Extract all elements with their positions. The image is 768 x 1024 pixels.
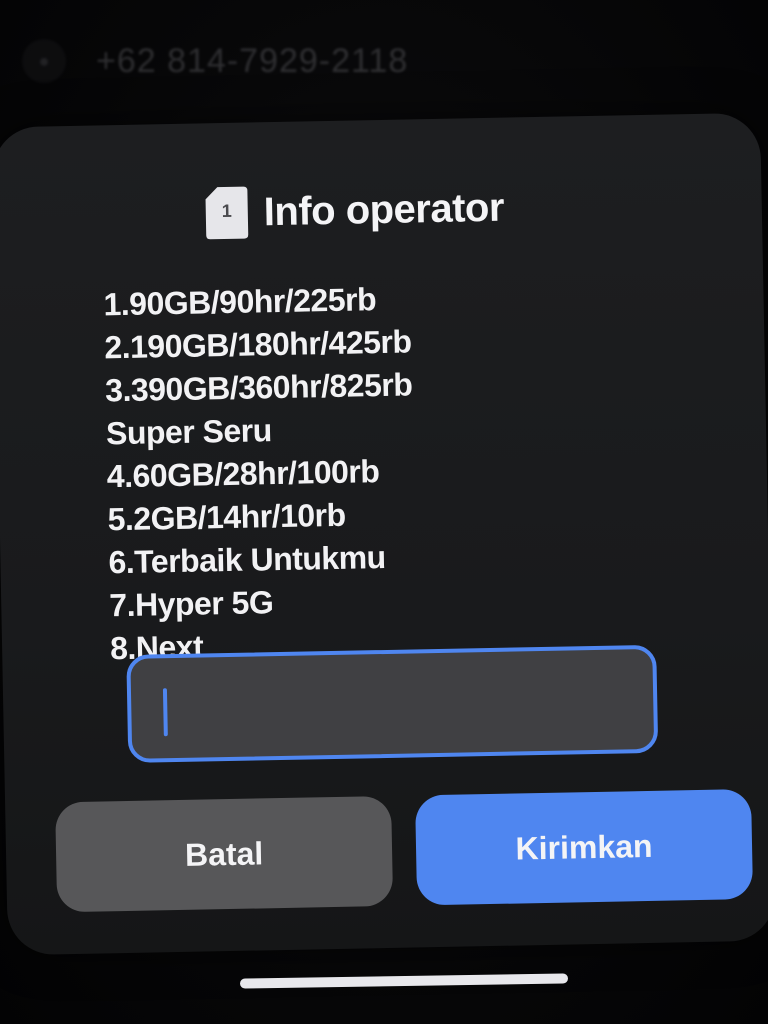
- text-cursor: [162, 688, 168, 737]
- reply-input[interactable]: [126, 644, 659, 763]
- sim-card-icon: 1: [203, 185, 250, 242]
- dialog-header: 1 Info operator: [203, 180, 504, 242]
- sim-slot-number: 1: [221, 200, 232, 222]
- contact-number: +62 814-7929-2118: [96, 41, 409, 80]
- contact-avatar-icon: ●: [22, 39, 66, 83]
- background-contact-row: ● +62 814-7929-2118: [22, 36, 462, 86]
- cancel-button[interactable]: Batal: [55, 795, 394, 913]
- ussd-message: 1.90GB/90hr/225rb 2.190GB/180hr/425rb 3.…: [103, 273, 630, 670]
- home-indicator[interactable]: [239, 973, 569, 989]
- send-button[interactable]: Kirimkan: [415, 789, 754, 906]
- screen: ● +62 814-7929-2118 1 Info operator 1.90…: [0, 0, 768, 1024]
- ussd-dialog: 1 Info operator 1.90GB/90hr/225rb 2.190G…: [0, 112, 768, 956]
- dialog-title: Info operator: [263, 185, 505, 234]
